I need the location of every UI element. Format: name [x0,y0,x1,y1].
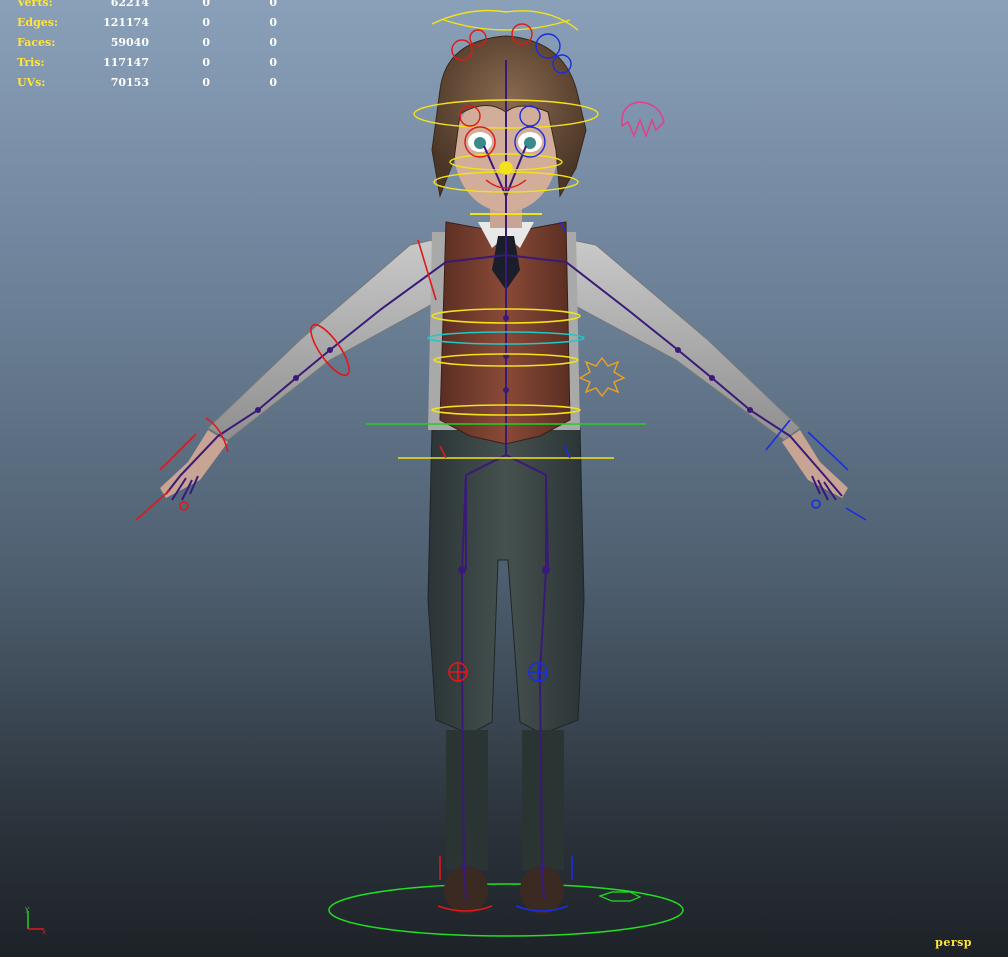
maya-viewport[interactable]: Verts: 62214 0 0 Edges: 121174 0 0 Faces… [0,0,1008,957]
camera-name-label: persp [935,936,972,949]
hud-value: 0 [202,16,210,29]
hud-label: UVs: [17,76,46,89]
hud-value: 0 [269,76,277,89]
hair-pink-controller[interactable] [621,101,665,139]
pants-mesh [427,427,585,735]
hud-value: 0 [269,36,277,49]
svg-text:y: y [25,905,29,913]
foot-ik-shape[interactable] [598,891,642,902]
left-sock-mesh [446,730,488,870]
hud-value: 0 [202,36,210,49]
hud-value: 121174 [103,16,149,29]
hud-value: 0 [202,0,210,9]
view-axis-icon: y x [25,905,46,935]
character-rig-scene[interactable] [0,0,1008,957]
hud-value: 0 [269,56,277,69]
hud-row-edges: Edges: 121174 0 0 [17,15,277,35]
hud-label: Faces: [17,36,56,49]
hud-row-faces: Faces: 59040 0 0 [17,35,277,55]
hud-value: 59040 [110,36,149,49]
hud-value: 117147 [103,56,149,69]
hud-value: 0 [269,0,277,9]
hud-label: Verts: [17,0,53,9]
poly-count-hud: Verts: 62214 0 0 Edges: 121174 0 0 Faces… [17,0,277,95]
hud-value: 0 [202,76,210,89]
hud-label: Edges: [17,16,59,29]
hud-value: 0 [269,16,277,29]
hud-row-verts: Verts: 62214 0 0 [17,0,277,15]
cog-star-controller[interactable] [578,356,626,398]
right-sleeve-mesh [563,239,801,441]
hud-row-uvs: UVs: 70153 0 0 [17,75,277,95]
hud-label: Tris: [17,56,45,69]
svg-text:x: x [42,928,46,935]
hud-value: 62214 [110,0,149,9]
hud-row-tris: Tris: 117147 0 0 [17,55,277,75]
right-sock-mesh [522,730,564,870]
left-sleeve-mesh [207,239,441,441]
hud-value: 70153 [110,76,149,89]
hud-value: 0 [202,56,210,69]
